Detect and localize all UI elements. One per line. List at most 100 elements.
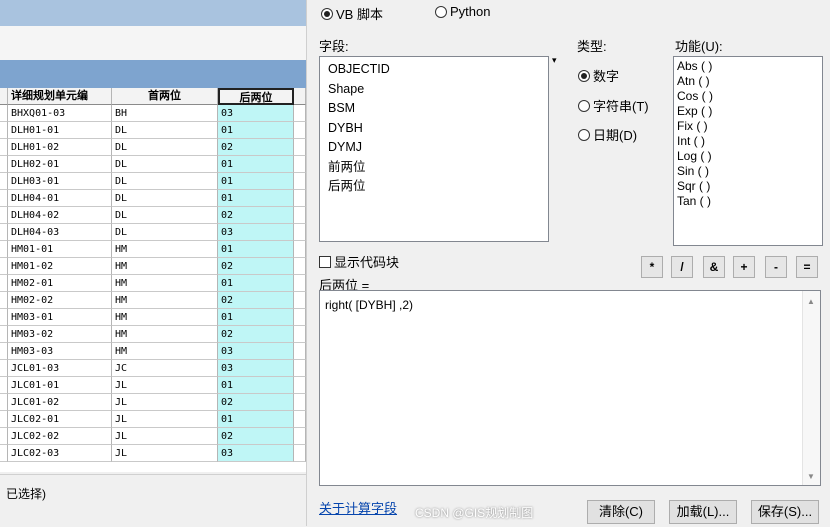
- cell-xxgh[interactable]: JLC02-03: [8, 445, 112, 462]
- scroll-down-icon[interactable]: ▼: [807, 472, 815, 481]
- cell-first-two[interactable]: HM: [112, 326, 218, 343]
- op-concat-button[interactable]: &: [703, 256, 725, 278]
- cell-partial[interactable]: [294, 326, 306, 343]
- fields-listbox[interactable]: OBJECTID Shape BSM DYBH DYMJ 前两位 后两位: [319, 56, 549, 242]
- field-list-item[interactable]: 前两位: [320, 158, 548, 178]
- function-list-item[interactable]: Tan ( ): [674, 194, 822, 209]
- cell-first-two[interactable]: HM: [112, 309, 218, 326]
- field-list-item[interactable]: OBJECTID: [320, 60, 548, 80]
- about-calculate-field-link[interactable]: 关于计算字段: [319, 498, 397, 517]
- table-row[interactable]: HM02-01 HM 01: [0, 275, 306, 292]
- cell-last-two[interactable]: 03: [218, 445, 294, 462]
- cell-first-two[interactable]: HM: [112, 258, 218, 275]
- cell-last-two[interactable]: 03: [218, 343, 294, 360]
- cell-partial[interactable]: [294, 445, 306, 462]
- cell-partial[interactable]: [294, 292, 306, 309]
- field-list-item[interactable]: BSM: [320, 99, 548, 119]
- cell-partial[interactable]: [294, 411, 306, 428]
- cell-partial[interactable]: [294, 105, 306, 122]
- function-list-item[interactable]: Cos ( ): [674, 89, 822, 104]
- op-minus-button[interactable]: -: [765, 256, 787, 278]
- type-number-radio[interactable]: 数字: [578, 66, 619, 85]
- field-list-item[interactable]: DYBH: [320, 119, 548, 139]
- cell-xxgh[interactable]: HM01-01: [8, 241, 112, 258]
- cell-partial[interactable]: [294, 275, 306, 292]
- cell-xxgh[interactable]: HM01-02: [8, 258, 112, 275]
- column-header-first-two[interactable]: 首两位: [112, 88, 218, 105]
- cell-partial[interactable]: [294, 241, 306, 258]
- table-row[interactable]: JLC02-03 JL 03: [0, 445, 306, 462]
- cell-xxgh[interactable]: JLC01-02: [8, 394, 112, 411]
- row-selector-cell[interactable]: [0, 224, 8, 241]
- cell-partial[interactable]: [294, 428, 306, 445]
- cell-partial[interactable]: [294, 360, 306, 377]
- column-header-last-two[interactable]: 后两位: [218, 88, 294, 105]
- cell-first-two[interactable]: HM: [112, 343, 218, 360]
- cell-xxgh[interactable]: HM02-01: [8, 275, 112, 292]
- load-button[interactable]: 加载(L)...: [669, 500, 737, 524]
- cell-first-two[interactable]: JL: [112, 394, 218, 411]
- cell-last-two[interactable]: 02: [218, 139, 294, 156]
- cell-partial[interactable]: [294, 258, 306, 275]
- cell-partial[interactable]: [294, 309, 306, 326]
- table-row[interactable]: DLH02-01 DL 01: [0, 156, 306, 173]
- parser-vb-radio[interactable]: VB 脚本: [321, 4, 383, 23]
- table-row[interactable]: JLC01-02 JL 02: [0, 394, 306, 411]
- cell-first-two[interactable]: JL: [112, 445, 218, 462]
- clear-button[interactable]: 清除(C): [587, 500, 655, 524]
- function-list-item[interactable]: Atn ( ): [674, 74, 822, 89]
- expression-scrollbar[interactable]: ▲ ▼: [802, 291, 820, 485]
- show-codeblock-checkbox[interactable]: 显示代码块: [319, 252, 399, 271]
- cell-xxgh[interactable]: JLC02-02: [8, 428, 112, 445]
- op-plus-button[interactable]: +: [733, 256, 755, 278]
- cell-xxgh[interactable]: HM03-01: [8, 309, 112, 326]
- parser-python-radio[interactable]: Python: [435, 4, 490, 19]
- cell-first-two[interactable]: JL: [112, 428, 218, 445]
- cell-last-two[interactable]: 02: [218, 207, 294, 224]
- cell-xxgh[interactable]: DLH01-01: [8, 122, 112, 139]
- cell-first-two[interactable]: JC: [112, 360, 218, 377]
- cell-last-two[interactable]: 03: [218, 105, 294, 122]
- cell-xxgh[interactable]: DLH01-02: [8, 139, 112, 156]
- cell-last-two[interactable]: 02: [218, 428, 294, 445]
- cell-last-two[interactable]: 03: [218, 224, 294, 241]
- cell-first-two[interactable]: JL: [112, 377, 218, 394]
- cell-last-two[interactable]: 02: [218, 394, 294, 411]
- table-row[interactable]: HM02-02 HM 02: [0, 292, 306, 309]
- row-selector-cell[interactable]: [0, 105, 8, 122]
- cell-last-two[interactable]: 01: [218, 241, 294, 258]
- cell-xxgh[interactable]: HM02-02: [8, 292, 112, 309]
- row-selector-cell[interactable]: [0, 122, 8, 139]
- row-selector-cell[interactable]: [0, 411, 8, 428]
- cell-partial[interactable]: [294, 190, 306, 207]
- cell-xxgh[interactable]: JLC01-01: [8, 377, 112, 394]
- cell-xxgh[interactable]: DLH02-01: [8, 156, 112, 173]
- cell-last-two[interactable]: 02: [218, 292, 294, 309]
- row-selector-cell[interactable]: [0, 207, 8, 224]
- table-row[interactable]: HM01-02 HM 02: [0, 258, 306, 275]
- row-selector-cell[interactable]: [0, 360, 8, 377]
- cell-last-two[interactable]: 01: [218, 156, 294, 173]
- cell-xxgh[interactable]: HM03-03: [8, 343, 112, 360]
- row-selector-cell[interactable]: [0, 258, 8, 275]
- table-row[interactable]: DLH01-01 DL 01: [0, 122, 306, 139]
- op-divide-button[interactable]: /: [671, 256, 693, 278]
- function-list-item[interactable]: Log ( ): [674, 149, 822, 164]
- cell-xxgh[interactable]: DLH03-01: [8, 173, 112, 190]
- table-row[interactable]: JLC01-01 JL 01: [0, 377, 306, 394]
- cell-partial[interactable]: [294, 122, 306, 139]
- cell-last-two[interactable]: 03: [218, 360, 294, 377]
- cell-partial[interactable]: [294, 207, 306, 224]
- row-selector-cell[interactable]: [0, 343, 8, 360]
- expression-textarea[interactable]: right( [DYBH] ,2) ▲ ▼: [319, 290, 821, 486]
- table-row[interactable]: HM01-01 HM 01: [0, 241, 306, 258]
- row-selector-cell[interactable]: [0, 139, 8, 156]
- type-string-radio[interactable]: 字符串(T): [578, 96, 649, 115]
- table-row[interactable]: BHXQ01-03 BH 03: [0, 105, 306, 122]
- cell-xxgh[interactable]: JCL01-03: [8, 360, 112, 377]
- functions-listbox[interactable]: Abs ( ) Atn ( ) Cos ( ) Exp ( ) Fix ( ) Int (…: [673, 56, 823, 246]
- cell-last-two[interactable]: 01: [218, 122, 294, 139]
- row-selector-cell[interactable]: [0, 190, 8, 207]
- column-header-xxgh[interactable]: 详细规划单元编: [8, 88, 112, 105]
- row-selector-cell[interactable]: [0, 394, 8, 411]
